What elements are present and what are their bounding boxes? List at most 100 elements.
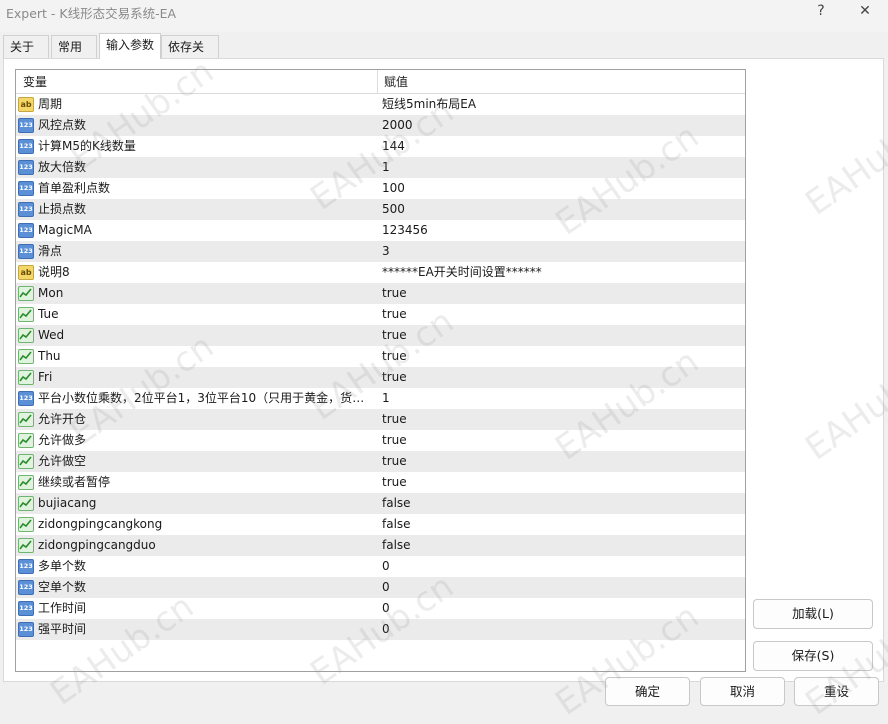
parameter-value[interactable]: 0 (382, 556, 390, 577)
parameter-value[interactable]: 1 (382, 388, 390, 409)
column-header-value[interactable]: 赋值 (384, 70, 408, 94)
parameter-name: 工作时间 (38, 601, 87, 615)
parameter-row[interactable]: 123 计算M5的K线数量 144 (16, 136, 745, 157)
parameter-value[interactable]: false (382, 493, 411, 514)
boolean-type-icon (18, 496, 34, 511)
parameter-row[interactable]: ab 说明8 ******EA开关时间设置****** (16, 262, 745, 283)
parameter-value[interactable]: ******EA开关时间设置****** (382, 262, 542, 283)
parameter-value[interactable]: 0 (382, 619, 390, 640)
parameter-name: 放大倍数 (38, 160, 87, 174)
parameter-row[interactable]: Thu true (16, 346, 745, 367)
number-type-icon: 123 (18, 559, 34, 574)
parameter-row[interactable]: 允许开仓 true (16, 409, 745, 430)
boolean-type-icon (18, 328, 34, 343)
parameter-row[interactable]: 123 风控点数 2000 (16, 115, 745, 136)
parameter-value[interactable]: 100 (382, 178, 405, 199)
parameter-row[interactable]: 123 止损点数 500 (16, 199, 745, 220)
string-type-icon: ab (18, 265, 34, 280)
parameter-value[interactable]: false (382, 514, 411, 535)
number-type-icon: 123 (18, 601, 34, 616)
parameter-row[interactable]: 123 多单个数 0 (16, 556, 745, 577)
parameter-name: Wed (38, 328, 65, 342)
parameter-value[interactable]: 123456 (382, 220, 428, 241)
boolean-type-icon (18, 517, 34, 532)
parameter-row[interactable]: Wed true (16, 325, 745, 346)
parameter-grid: 变量 赋值 ab 周期 短线5min布局EA 123 风控点数 2000 123 计算M5的K… (15, 69, 746, 672)
parameter-row[interactable]: 允许做多 true (16, 430, 745, 451)
close-button[interactable]: ✕ (842, 0, 888, 24)
parameter-value[interactable]: 144 (382, 136, 405, 157)
parameter-row[interactable]: 123 强平时间 0 (16, 619, 745, 640)
parameter-row[interactable]: zidongpingcangkong false (16, 514, 745, 535)
grid-header: 变量 赋值 (16, 70, 745, 94)
parameter-value[interactable]: true (382, 367, 407, 388)
parameter-row[interactable]: 123 滑点 3 (16, 241, 745, 262)
parameter-row[interactable]: 123 首单盈利点数 100 (16, 178, 745, 199)
boolean-type-icon (18, 475, 34, 490)
parameter-value[interactable]: 短线5min布局EA (382, 94, 476, 115)
number-type-icon: 123 (18, 244, 34, 259)
help-button[interactable]: ? (798, 0, 844, 24)
parameter-name: 空单个数 (38, 580, 87, 594)
number-type-icon: 123 (18, 139, 34, 154)
tab-about[interactable]: 关于 (3, 35, 49, 59)
parameter-row[interactable]: 允许做空 true (16, 451, 745, 472)
parameter-row[interactable]: 123 MagicMA 123456 (16, 220, 745, 241)
reset-button[interactable]: 重设 (794, 677, 879, 706)
parameter-value[interactable]: true (382, 451, 407, 472)
parameter-value[interactable]: true (382, 346, 407, 367)
parameter-row[interactable]: Tue true (16, 304, 745, 325)
parameter-value[interactable]: true (382, 325, 407, 346)
parameter-value[interactable]: 3 (382, 241, 390, 262)
parameter-row[interactable]: 123 放大倍数 1 (16, 157, 745, 178)
boolean-type-icon (18, 370, 34, 385)
parameter-name: 强平时间 (38, 622, 87, 636)
number-type-icon: 123 (18, 223, 34, 238)
parameter-value[interactable]: true (382, 283, 407, 304)
parameter-name: Thu (38, 349, 61, 363)
window-title: Expert - K线形态交易系统-EA (6, 6, 177, 21)
cancel-button[interactable]: 取消 (700, 677, 785, 706)
parameter-value[interactable]: true (382, 472, 407, 493)
parameter-value[interactable]: 500 (382, 199, 405, 220)
number-type-icon: 123 (18, 118, 34, 133)
parameter-name: zidongpingcangkong (38, 517, 163, 531)
save-button[interactable]: 保存(S) (753, 641, 873, 671)
ok-button[interactable]: 确定 (605, 677, 690, 706)
parameter-value[interactable]: 1 (382, 157, 390, 178)
parameter-value[interactable]: false (382, 535, 411, 556)
parameter-value[interactable]: 2000 (382, 115, 413, 136)
parameter-row[interactable]: Fri true (16, 367, 745, 388)
parameter-name: Mon (38, 286, 64, 300)
parameter-name: 风控点数 (38, 118, 87, 132)
boolean-type-icon (18, 538, 34, 553)
parameter-row[interactable]: 123 空单个数 0 (16, 577, 745, 598)
parameter-row[interactable]: 继续或者暂停 true (16, 472, 745, 493)
parameter-row[interactable]: bujiacang false (16, 493, 745, 514)
parameter-name: 说明8 (38, 265, 70, 279)
title-bar: Expert - K线形态交易系统-EA ? ✕ (0, 0, 888, 32)
parameter-row[interactable]: Mon true (16, 283, 745, 304)
load-button[interactable]: 加载(L) (753, 599, 873, 629)
number-type-icon: 123 (18, 391, 34, 406)
parameter-value[interactable]: true (382, 304, 407, 325)
parameter-row[interactable]: zidongpingcangduo false (16, 535, 745, 556)
tab-bar: 关于 常用 输入参数 依存关系 (0, 33, 888, 76)
parameter-name: 止损点数 (38, 202, 87, 216)
parameter-name: MagicMA (38, 223, 92, 237)
column-header-variable[interactable]: 变量 (23, 70, 47, 94)
parameter-row[interactable]: ab 周期 短线5min布局EA (16, 94, 745, 115)
parameter-value[interactable]: 0 (382, 577, 390, 598)
tab-inputs[interactable]: 输入参数 (99, 33, 161, 59)
tab-common[interactable]: 常用 (51, 35, 97, 59)
parameter-value[interactable]: true (382, 409, 407, 430)
parameter-name: 滑点 (38, 244, 63, 258)
tab-panel: 变量 赋值 ab 周期 短线5min布局EA 123 风控点数 2000 123 计算M5的K… (3, 58, 884, 682)
parameter-name: 周期 (38, 97, 63, 111)
parameter-value[interactable]: 0 (382, 598, 390, 619)
tab-dependencies[interactable]: 依存关系 (161, 35, 219, 76)
parameter-name: 允许做多 (38, 433, 87, 447)
parameter-value[interactable]: true (382, 430, 407, 451)
parameter-row[interactable]: 123 工作时间 0 (16, 598, 745, 619)
parameter-row[interactable]: 123 平台小数位乘数，2位平台1，3位平台10（只用于黄金，货币?... 1 (16, 388, 745, 409)
